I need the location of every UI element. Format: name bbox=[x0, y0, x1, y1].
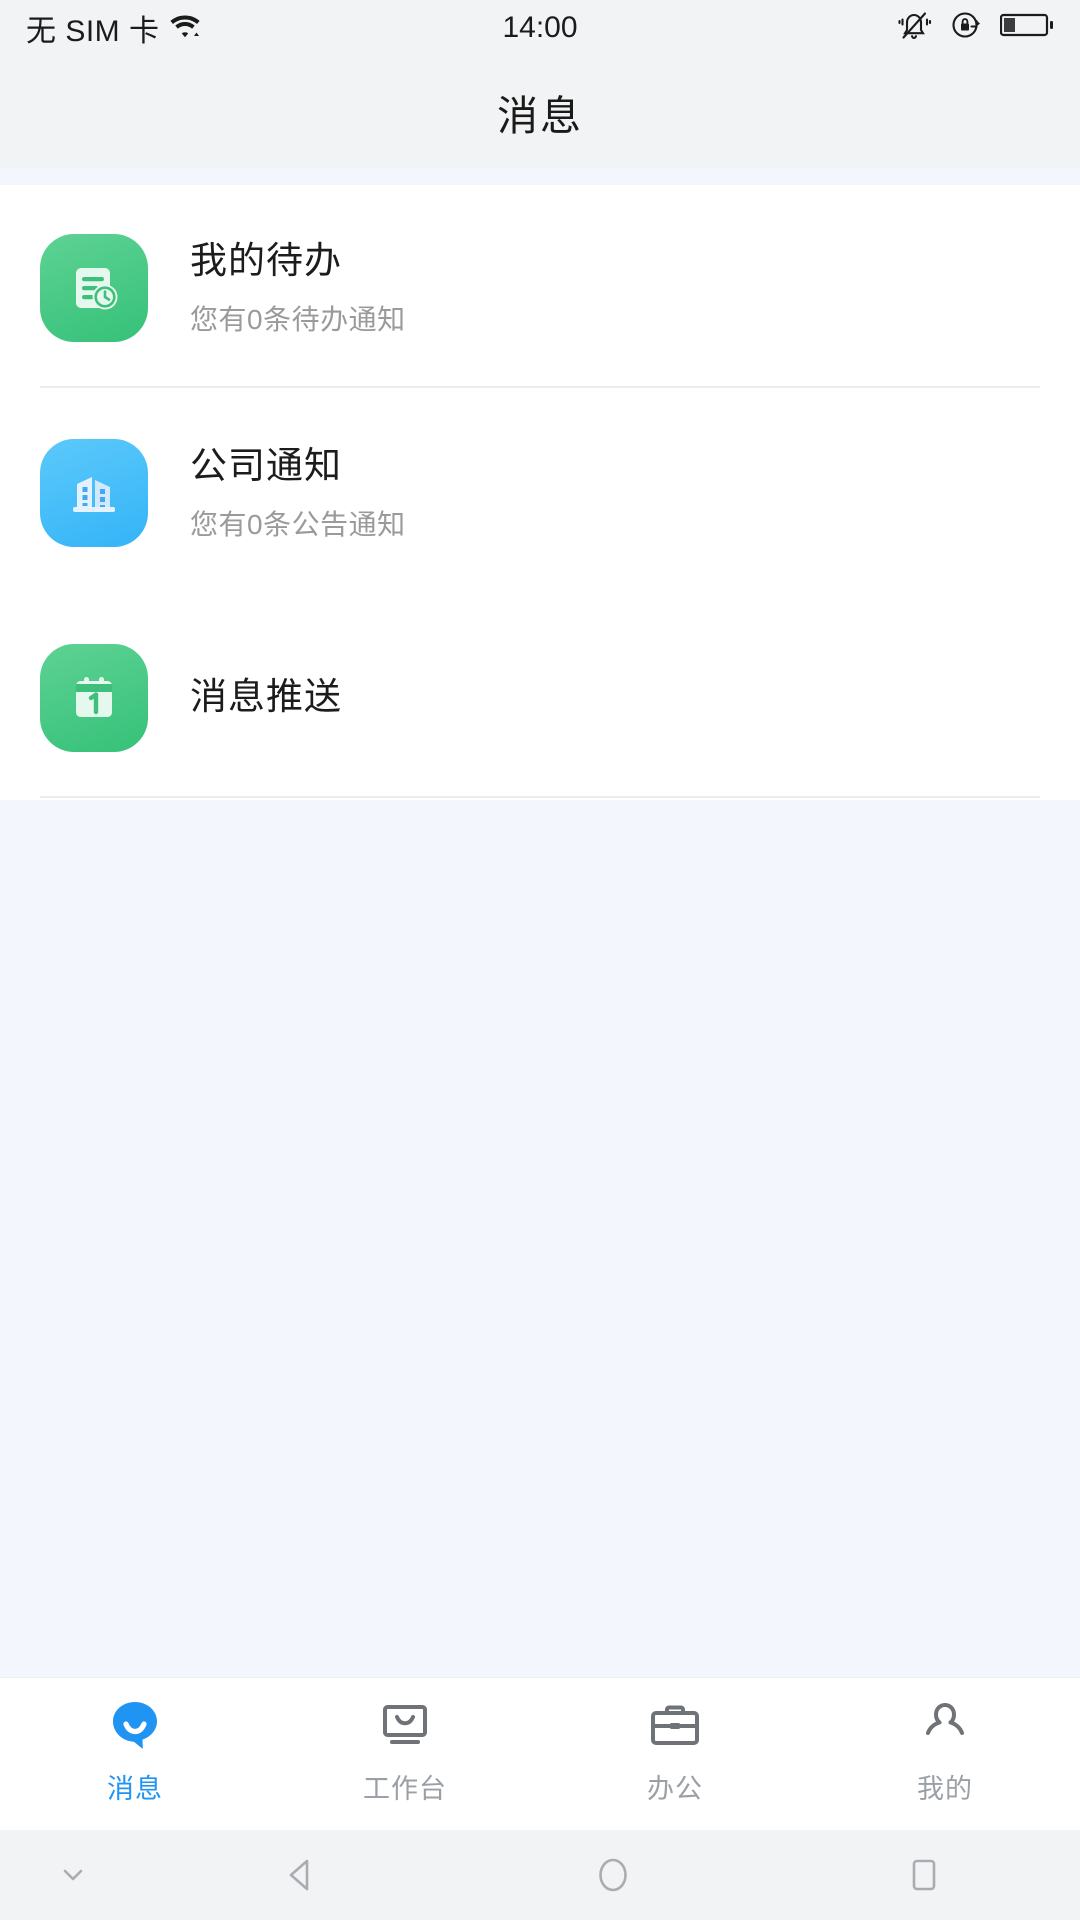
list-item[interactable]: 公司通知 您有0条公告通知 bbox=[0, 390, 1080, 798]
list-item-text: 我的待办 您有0条待办通知 bbox=[190, 237, 406, 338]
chevron-down-icon[interactable] bbox=[0, 1855, 145, 1895]
chat-bubble-icon bbox=[104, 1695, 166, 1757]
calendar-push-icon bbox=[40, 643, 148, 752]
list-item-title: 公司通知 bbox=[190, 444, 342, 486]
briefcase-icon bbox=[644, 1695, 706, 1757]
rotation-lock-icon bbox=[948, 8, 986, 47]
tab-label: 我的 bbox=[917, 1774, 973, 1804]
list-item-title: 消息推送 bbox=[190, 676, 342, 718]
tab-workbench[interactable]: 工作台 bbox=[270, 1678, 540, 1806]
list-item-text: 公司通知 您有0条公告通知 bbox=[190, 442, 406, 543]
status-bar-left: 无 SIM 卡 bbox=[26, 6, 203, 50]
todo-document-clock-icon bbox=[40, 233, 148, 342]
status-bar-right bbox=[896, 8, 1054, 47]
battery-icon bbox=[999, 11, 1054, 44]
phone-screen: 无 SIM 卡 14:00 消息 我的待办 您有0条待办通知 公司通知 您有0条… bbox=[0, 0, 1080, 1920]
bottom-tab-bar: 消息 工作台 办公 我的 bbox=[0, 1677, 1080, 1830]
carrier-label: 无 SIM 卡 bbox=[26, 14, 160, 48]
monitor-icon bbox=[374, 1695, 436, 1757]
list-item-text: 消息推送 bbox=[190, 673, 342, 721]
list-item-title: 我的待办 bbox=[190, 239, 342, 281]
tab-label: 工作台 bbox=[363, 1774, 447, 1804]
tab-profile[interactable]: 我的 bbox=[810, 1678, 1080, 1806]
back-triangle-icon[interactable] bbox=[145, 1849, 457, 1901]
person-icon bbox=[914, 1695, 976, 1757]
home-circle-icon[interactable] bbox=[457, 1849, 769, 1901]
list-item-subtitle: 您有0条待办通知 bbox=[190, 304, 406, 336]
wifi-icon bbox=[169, 10, 203, 45]
page-title: 消息 bbox=[497, 92, 583, 139]
list-item-subtitle: 您有0条公告通知 bbox=[190, 509, 406, 541]
tab-label: 办公 bbox=[647, 1774, 703, 1804]
android-nav-bar bbox=[0, 1830, 1080, 1920]
tab-messages[interactable]: 消息 bbox=[0, 1678, 270, 1806]
list-item[interactable]: 我的待办 您有0条待办通知 bbox=[0, 185, 1080, 390]
list-divider bbox=[40, 386, 1040, 388]
status-bar: 无 SIM 卡 14:00 bbox=[0, 0, 1080, 55]
recents-square-icon[interactable] bbox=[768, 1849, 1080, 1901]
tab-office[interactable]: 办公 bbox=[540, 1678, 810, 1806]
page-header: 消息 bbox=[0, 55, 1080, 168]
header-gap-strip bbox=[0, 168, 1080, 185]
message-list-card: 我的待办 您有0条待办通知 公司通知 您有0条公告通知 消息推送 bbox=[0, 185, 1080, 800]
company-building-icon bbox=[40, 438, 148, 547]
bell-off-icon bbox=[896, 8, 934, 47]
list-item[interactable]: 消息推送 bbox=[0, 595, 1080, 800]
tab-label: 消息 bbox=[107, 1774, 163, 1804]
